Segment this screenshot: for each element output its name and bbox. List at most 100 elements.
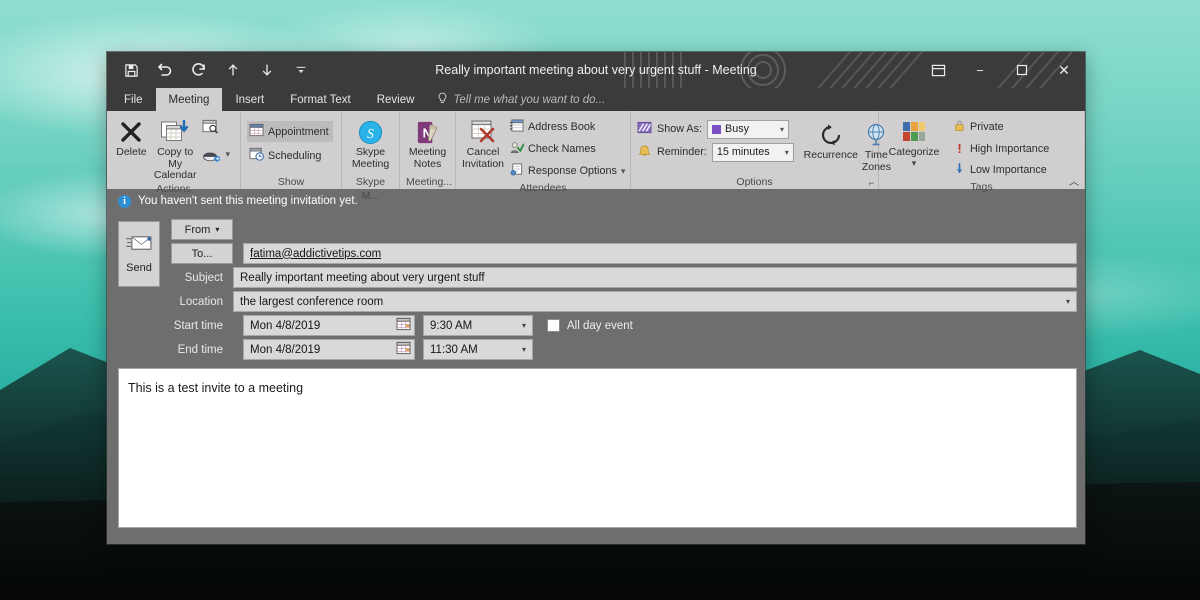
close-button[interactable]: ✕ xyxy=(1043,52,1085,88)
ribbon-group-actions: Delete Copy to My Calendar ▾ Actions xyxy=(107,111,241,195)
to-input[interactable]: fatima@addictivetips.com xyxy=(243,243,1077,264)
recurrence-label: Recurrence xyxy=(803,149,858,161)
end-time-row: End time Mon 4/8/2019 11:30 AM ▾ xyxy=(171,339,1077,360)
outlook-meeting-window: Really important meeting about very urge… xyxy=(107,52,1085,544)
tell-me-search[interactable]: Tell me what you want to do... xyxy=(427,88,615,111)
end-time-dropdown[interactable]: 11:30 AM ▾ xyxy=(423,339,533,360)
next-item-icon[interactable] xyxy=(257,60,277,80)
recurrence-button[interactable]: Recurrence xyxy=(804,118,858,162)
low-importance-button[interactable]: Low Importance xyxy=(951,160,1053,180)
ribbon-group-skype-meeting: S Skype Meeting Skype M... xyxy=(342,111,400,202)
ribbon-tab-strip: File Meeting Insert Format Text Review T… xyxy=(107,88,1085,111)
minimize-button[interactable]: − xyxy=(959,52,1001,88)
ribbon-group-label-meeting: Meeting... xyxy=(406,176,453,188)
customize-quick-access-toolbar-icon[interactable] xyxy=(291,60,311,80)
categorize-label: Categorize xyxy=(888,146,940,158)
end-time-label: End time xyxy=(177,343,223,356)
message-body[interactable]: This is a test invite to a meeting xyxy=(118,368,1077,528)
ribbon-group-meeting-notes: N Meeting Notes Meeting... xyxy=(400,111,456,189)
tab-meeting[interactable]: Meeting xyxy=(155,88,223,111)
copy-to-my-calendar-label: Copy to My Calendar xyxy=(153,146,197,181)
header-fields: From ▾ To... fatima@addictivetips.com Su… xyxy=(171,219,1077,360)
categorize-button[interactable]: Categorize ▾ xyxy=(885,115,943,167)
tab-insert[interactable]: Insert xyxy=(222,88,277,111)
reminder-value: 15 minutes xyxy=(716,146,770,158)
chevron-down-icon[interactable]: ▾ xyxy=(1066,297,1070,306)
high-importance-button[interactable]: ! High Importance xyxy=(951,139,1053,158)
response-options-button[interactable]: Response Options ▾ xyxy=(508,161,629,181)
info-icon: i xyxy=(118,194,131,208)
copy-to-calendar-icon xyxy=(160,117,190,147)
show-as-color-swatch xyxy=(712,124,722,134)
high-importance-label: High Importance xyxy=(970,142,1050,155)
location-row: Location the largest conference room ▾ xyxy=(171,291,1077,312)
scheduling-button[interactable]: Scheduling xyxy=(247,145,325,166)
subject-input[interactable]: Really important meeting about very urge… xyxy=(233,267,1077,288)
start-time-row: Start time Mon 4/8/2019 9:30 AM ▾ All da… xyxy=(171,315,1077,336)
to-value: fatima@addictivetips.com xyxy=(250,247,382,260)
calendar-picker-icon[interactable] xyxy=(396,317,411,334)
start-time-label: Start time xyxy=(173,319,223,332)
show-as-icon xyxy=(637,121,652,137)
tab-format-text[interactable]: Format Text xyxy=(277,88,364,111)
end-time-value: 11:30 AM xyxy=(430,343,478,356)
show-as-dropdown[interactable]: Busy ▾ xyxy=(707,119,790,139)
ribbon: Delete Copy to My Calendar ▾ Actions App… xyxy=(107,111,1085,202)
appointment-button[interactable]: Appointment xyxy=(247,121,333,142)
chevron-down-icon: ▾ xyxy=(215,225,220,234)
address-book-button[interactable]: Address Book xyxy=(508,117,629,137)
categorize-dropdown-arrow[interactable]: ▾ xyxy=(912,158,917,167)
all-day-event-row[interactable]: All day event xyxy=(547,319,633,332)
low-importance-label: Low Importance xyxy=(970,164,1047,176)
skype-icon: S xyxy=(357,117,384,147)
collapse-ribbon-icon[interactable]: ︿ xyxy=(1069,173,1079,188)
copy-to-my-calendar-button[interactable]: Copy to My Calendar xyxy=(153,115,197,182)
send-button-wrap: Send xyxy=(118,219,160,287)
from-row: From ▾ xyxy=(171,219,1077,240)
address-book-label: Address Book xyxy=(528,121,596,133)
meeting-notes-button[interactable]: N Meeting Notes xyxy=(406,115,449,170)
maximize-button[interactable] xyxy=(1001,52,1043,88)
all-day-event-checkbox[interactable] xyxy=(547,319,560,332)
delete-label: Delete xyxy=(116,146,147,158)
forward-meeting-icon[interactable]: ▾ xyxy=(200,145,234,164)
response-options-dropdown-arrow[interactable]: ▾ xyxy=(621,166,626,177)
calendar-search-icon[interactable] xyxy=(200,117,234,136)
redo-icon[interactable] xyxy=(189,60,209,80)
start-date-input[interactable]: Mon 4/8/2019 xyxy=(243,315,415,336)
categorize-icon xyxy=(901,117,927,147)
send-button[interactable]: Send xyxy=(118,221,160,287)
window-controls: − ✕ xyxy=(917,52,1085,88)
desktop-wallpaper: Really important meeting about very urge… xyxy=(0,0,1200,600)
private-button[interactable]: Private xyxy=(951,117,1053,137)
reminder-label: Reminder: xyxy=(657,146,707,158)
from-button[interactable]: From ▾ xyxy=(171,219,233,240)
skype-meeting-button[interactable]: S Skype Meeting xyxy=(348,115,393,170)
address-book-icon xyxy=(510,119,524,135)
calendar-picker-icon[interactable] xyxy=(396,341,411,358)
appointment-label: Appointment xyxy=(268,125,329,138)
tab-review[interactable]: Review xyxy=(364,88,428,111)
delete-x-icon xyxy=(118,117,144,147)
location-input[interactable]: the largest conference room ▾ xyxy=(233,291,1077,312)
delete-button[interactable]: Delete xyxy=(113,115,150,159)
end-date-input[interactable]: Mon 4/8/2019 xyxy=(243,339,415,360)
reminder-dropdown[interactable]: 15 minutes ▾ xyxy=(711,142,794,162)
send-envelope-icon xyxy=(125,234,153,256)
start-time-dropdown[interactable]: 9:30 AM ▾ xyxy=(423,315,533,336)
recurrence-icon xyxy=(818,120,844,150)
message-body-wrap: This is a test invite to a meeting xyxy=(107,368,1085,536)
to-button[interactable]: To... xyxy=(171,243,233,264)
previous-item-icon[interactable] xyxy=(223,60,243,80)
save-icon[interactable] xyxy=(121,60,141,80)
appointment-icon xyxy=(249,123,264,140)
undo-icon[interactable] xyxy=(155,60,175,80)
ribbon-display-options-icon[interactable] xyxy=(917,52,959,88)
options-dialog-launcher[interactable]: ⌐ xyxy=(869,178,874,188)
ribbon-group-tags: Categorize ▾ Private ! High Importance L… xyxy=(879,111,1085,193)
svg-text:S: S xyxy=(367,125,374,140)
tab-file[interactable]: File xyxy=(111,88,156,111)
check-names-button[interactable]: Check Names xyxy=(508,139,629,159)
scheduling-label: Scheduling xyxy=(268,149,322,162)
cancel-invitation-button[interactable]: Cancel Invitation xyxy=(462,115,504,170)
